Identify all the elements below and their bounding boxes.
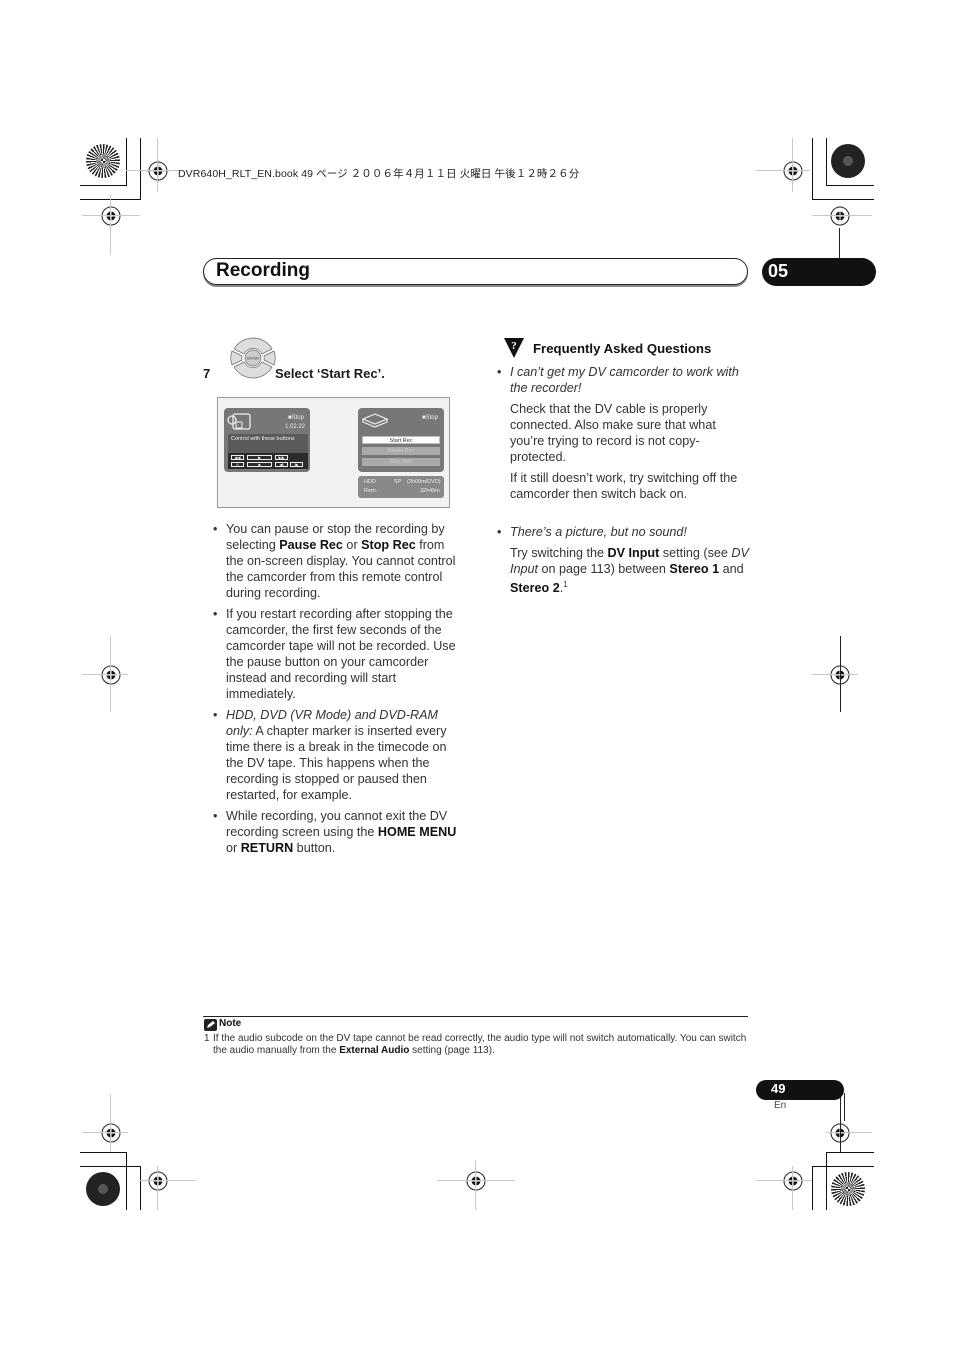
recorder-status: ■Stop — [422, 415, 438, 421]
text-run: Stereo 2 — [510, 581, 560, 596]
enter-dpad-icon: ENTER — [230, 337, 276, 379]
rewind-button[interactable]: ◀◀ — [231, 455, 244, 460]
camcorder-status: ■Stop — [288, 415, 304, 421]
text-run: DV Input — [607, 546, 660, 560]
text-run: button. — [293, 841, 336, 855]
registration-target-icon — [148, 1171, 168, 1191]
step-number: 7 — [203, 366, 211, 381]
menu-pause-rec[interactable]: Pause Rec — [362, 447, 440, 455]
note-divider — [203, 1016, 748, 1017]
footnote-number: 1 — [204, 1033, 210, 1044]
registration-target-icon — [466, 1171, 486, 1191]
info-drive: HDD — [364, 479, 376, 485]
starburst-registration-icon — [831, 1172, 865, 1206]
chapter-title: Recording — [216, 260, 310, 281]
note-body: 1 If the audio subcode on the DV tape can… — [204, 1033, 752, 1057]
text-run: or — [342, 538, 362, 552]
fast-forward-button[interactable]: ▶▶ — [275, 455, 288, 460]
page-language: En — [774, 1100, 787, 1111]
registration-target-icon — [830, 206, 850, 226]
page-number-badge — [756, 1080, 844, 1100]
page-number: 49 — [771, 1081, 786, 1096]
recorder-icon — [361, 413, 389, 428]
menu-stop-rec[interactable]: Stop Rec — [362, 458, 440, 466]
registration-target-icon — [101, 1123, 121, 1143]
text-run: setting (page 113). — [409, 1045, 495, 1056]
info-mode: SP — [394, 479, 402, 485]
text-run: Check that the DV cable is properly conn… — [510, 402, 716, 464]
text-run: and — [719, 562, 744, 576]
step-back-button[interactable]: ◀I — [275, 462, 288, 467]
text-run: or — [226, 841, 241, 855]
bullet-item: You can pause or stop the recording by s… — [213, 521, 465, 601]
camcorder-icon — [227, 413, 251, 430]
note-label: Note — [219, 1018, 242, 1029]
footnote-text: If the audio subcode on the DV tape cann… — [204, 1033, 752, 1057]
footnote: 1 If the audio subcode on the DV tape can… — [204, 1033, 752, 1057]
registration-target-icon — [783, 161, 803, 181]
text-run: Try switching the — [510, 546, 608, 560]
pause-button[interactable]: II — [231, 462, 244, 467]
faq-question: There’s a picture, but no sound! — [497, 524, 752, 540]
info-remaining-value: 32h45m — [420, 488, 440, 494]
info-remaining-label: Rem. — [364, 488, 378, 494]
faq-list: I can’t get my DV camcorder to work with… — [497, 364, 752, 596]
starburst-registration-icon — [86, 1172, 120, 1206]
stop-button[interactable]: ■ — [247, 462, 272, 467]
text-run: Stereo 1 — [669, 562, 720, 576]
registration-target-icon — [101, 206, 121, 226]
menu-start-rec[interactable]: Start Rec — [362, 436, 440, 444]
text-run: If you restart recording after stopping … — [226, 607, 456, 701]
faq-question-icon: ? — [504, 338, 524, 358]
text-run: Stop Rec — [361, 538, 416, 552]
faq-answer: Try switching the DV Input setting (see … — [497, 545, 752, 596]
text-run: If it still doesn’t work, try switching … — [510, 471, 738, 501]
registration-target-icon — [101, 665, 121, 685]
camcorder-control-label: Control with these buttons — [231, 436, 295, 442]
info-mode-detail: (2h00m/DVD) — [407, 479, 441, 485]
registration-target-icon — [783, 1171, 803, 1191]
bullet-item: If you restart recording after stopping … — [213, 606, 465, 702]
camcorder-timecode: 1.02.22 — [285, 424, 306, 430]
faq-answer: Check that the DV cable is properly conn… — [497, 401, 752, 465]
starburst-registration-icon — [831, 144, 865, 178]
starburst-registration-icon — [86, 144, 120, 178]
text-run: External Audio — [339, 1045, 410, 1056]
camcorder-transport-buttons: ◀◀ ▶ ▶▶ II ■ ◀I I▶ — [228, 453, 308, 469]
bullet-item: HDD, DVD (VR Mode) and DVD-RAM only: A c… — [213, 707, 465, 803]
text-run: on page 113) between — [538, 562, 670, 576]
faq-answer: If it still doesn’t work, try switching … — [497, 470, 752, 502]
svg-text:?: ? — [511, 340, 517, 352]
step-forward-button[interactable]: I▶ — [290, 462, 303, 467]
step-instruction: Select ‘Start Rec’. — [275, 366, 385, 381]
play-button[interactable]: ▶ — [247, 455, 272, 460]
registration-target-icon — [147, 160, 169, 182]
text-run: Pause Rec — [279, 538, 343, 552]
bullet-item: While recording, you cannot exit the DV … — [213, 808, 465, 856]
text-run: setting (see — [659, 546, 732, 560]
faq-question: I can’t get my DV camcorder to work with… — [497, 364, 752, 396]
note-pencil-icon — [204, 1019, 217, 1031]
text-run: RETURN — [240, 841, 294, 855]
text-run: HOME MENU — [377, 825, 457, 839]
print-meta-line: DVR640H_RLT_EN.book 49 ページ ２００６年４月１１日 火曜… — [178, 168, 580, 180]
text-run: 1 — [563, 580, 568, 589]
dpad-center-label: ENTER — [247, 357, 259, 361]
left-bullet-list: You can pause or stop the recording by s… — [213, 521, 465, 861]
text-run: A chapter marker is inserted every time … — [226, 724, 447, 802]
faq-title: Frequently Asked Questions — [533, 341, 712, 356]
chapter-number: 05 — [768, 261, 789, 281]
